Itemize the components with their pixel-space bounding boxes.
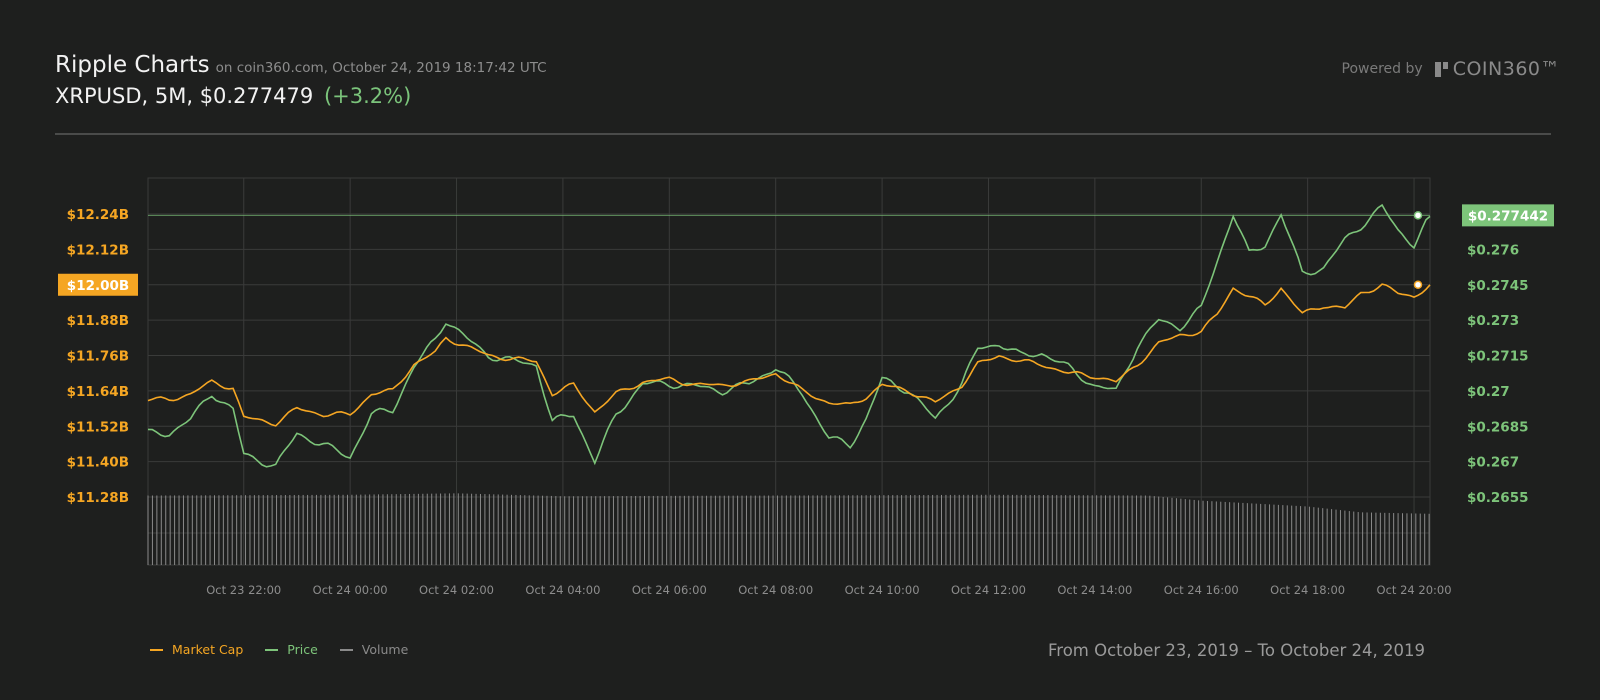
left-axis: $12.24B $12.12B $11.88B $11.76B $11.64B $11.5…	[58, 207, 138, 506]
right-tick-label: $0.2655	[1467, 490, 1529, 506]
x-tick-label: Oct 24 14:00	[1057, 583, 1132, 597]
x-tick-label: Oct 24 06:00	[632, 583, 707, 597]
left-tick-label: $11.88B	[67, 313, 129, 329]
legend-swatch-volume	[339, 648, 353, 651]
legend-item-price[interactable]: Price	[265, 642, 318, 657]
right-tick-label: $0.27	[1467, 384, 1510, 400]
legend-label-market-cap: Market Cap	[172, 642, 244, 657]
left-tick-label: $12.24B	[67, 207, 129, 223]
legend-label-volume: Volume	[361, 642, 409, 657]
x-tick-label: Oct 24 20:00	[1377, 583, 1452, 597]
grid-lines	[148, 178, 1430, 565]
x-tick-label: Oct 24 12:00	[951, 583, 1026, 597]
legend-item-volume[interactable]: Volume	[339, 642, 409, 657]
right-axis: $0.276 $0.2745 $0.273 $0.2715 $0.27 $0.2685 $0…	[1462, 204, 1554, 506]
right-tick-label: $0.2745	[1467, 278, 1529, 294]
x-tick-label: Oct 24 00:00	[313, 583, 388, 597]
x-tick-label: Oct 24 18:00	[1270, 583, 1345, 597]
plot-frame	[147, 177, 1431, 566]
chart-legend: Market Cap Price Volume	[150, 642, 430, 657]
series-line-price	[147, 203, 1431, 468]
legend-swatch-market-cap	[150, 648, 163, 651]
x-tick-label: Oct 24 04:00	[525, 583, 600, 597]
right-tick-label: $0.267	[1467, 455, 1519, 471]
x-tick-label: Oct 23 22:00	[206, 583, 281, 597]
x-tick-label: Oct 24 16:00	[1164, 583, 1239, 597]
left-tick-label: $12.12B	[67, 242, 129, 258]
legend-swatch-price	[265, 648, 279, 651]
price-chart[interactable]: Oct 23 22:00 Oct 24 00:00 Oct 24 02:00 Oct …	[0, 0, 1600, 700]
market-cap-end-marker	[1413, 280, 1423, 289]
right-tick-label: $0.273	[1467, 313, 1519, 329]
left-tick-label: $11.28B	[67, 490, 129, 506]
x-axis-ticks: Oct 23 22:00 Oct 24 00:00 Oct 24 02:00 Oct …	[206, 583, 1451, 597]
left-tick-label: $11.52B	[67, 419, 129, 435]
x-tick-label: Oct 24 02:00	[419, 583, 494, 597]
x-tick-label: Oct 24 08:00	[738, 583, 813, 597]
x-tick-label: Oct 24 10:00	[845, 583, 920, 597]
right-tick-label: $0.2715	[1467, 349, 1529, 365]
left-tick-label: $11.64B	[67, 384, 129, 400]
date-range: From October 23, 2019 – To October 24, 2…	[1048, 641, 1425, 660]
price-end-marker	[1413, 211, 1423, 220]
legend-label-price: Price	[287, 642, 318, 657]
left-tick-label: $11.76B	[67, 349, 129, 365]
legend-item-market-cap[interactable]: Market Cap	[150, 642, 243, 657]
volume-bars	[147, 493, 1430, 565]
right-tick-label: $0.276	[1467, 242, 1519, 258]
left-tick-label: $11.40B	[67, 455, 129, 471]
right-tick-label: $0.2685	[1467, 419, 1529, 435]
current-market-cap-label: $12.00B	[67, 278, 129, 294]
current-price-label: $0.277442	[1468, 208, 1548, 224]
